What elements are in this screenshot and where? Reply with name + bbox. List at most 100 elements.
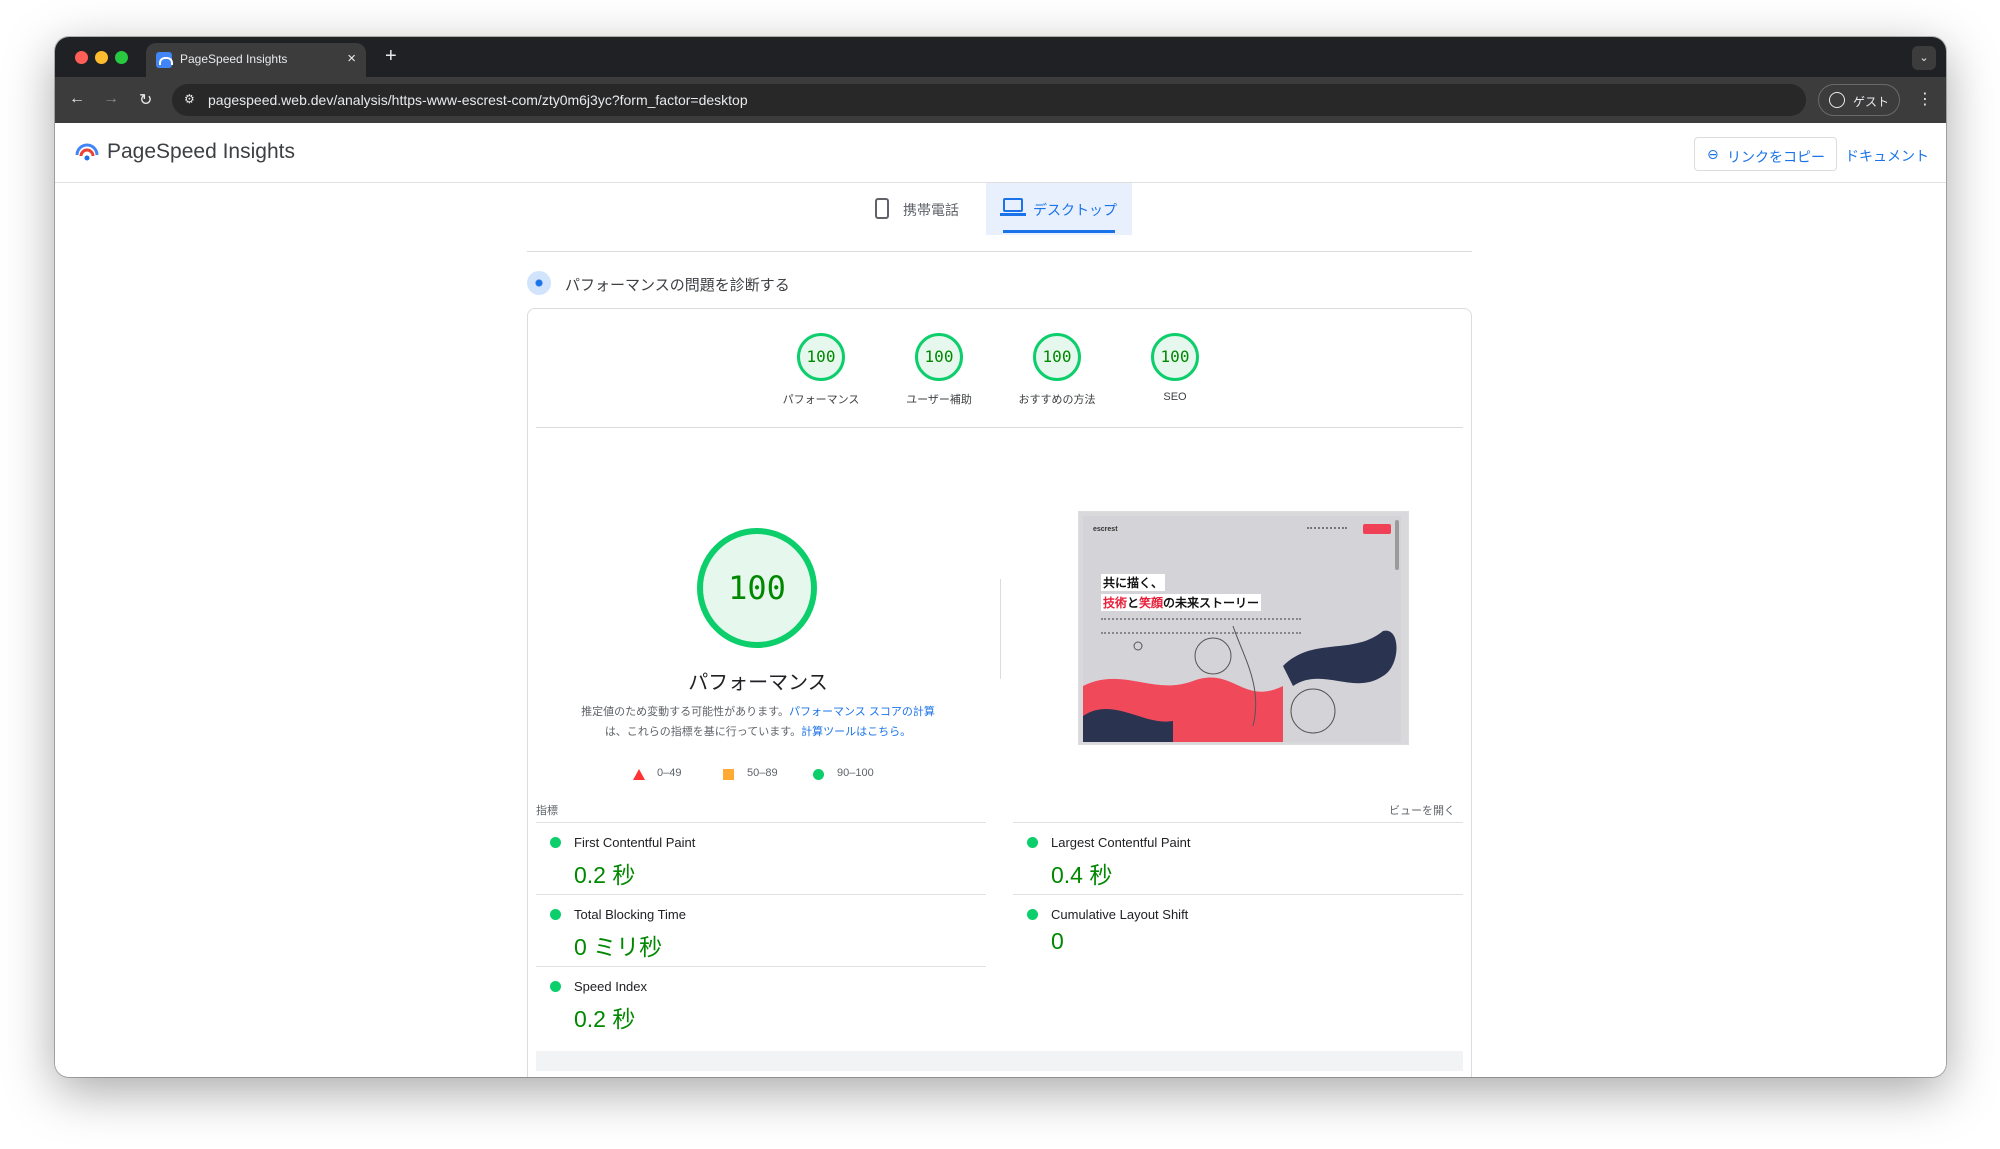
- forward-button[interactable]: →: [103, 90, 119, 108]
- back-button[interactable]: ←: [69, 90, 85, 108]
- screenshot-nav: [1307, 527, 1347, 530]
- gauge-score: 100: [915, 333, 963, 381]
- gauge-performance[interactable]: 100 パフォーマンス: [771, 333, 871, 407]
- gauge-accessibility[interactable]: 100 ユーザー補助: [889, 333, 989, 407]
- divider: [536, 427, 1463, 428]
- tab-desktop[interactable]: デスクトップ: [986, 183, 1132, 235]
- tab-mobile-label: 携帯電話: [903, 202, 959, 218]
- metric-fcp: First Contentful Paint 0.2 秒: [536, 822, 986, 894]
- metric-label: First Contentful Paint: [574, 835, 696, 850]
- address-bar[interactable]: ⚙ pagespeed.web.dev/analysis/https-www-e…: [172, 84, 1806, 116]
- legend-label: 90–100: [837, 767, 874, 779]
- tab-search-button[interactable]: ⌄: [1912, 46, 1936, 70]
- copy-link-label: リンクをコピー: [1727, 149, 1825, 165]
- link-icon: ⊖: [1707, 146, 1719, 162]
- profile-button[interactable]: ゲスト: [1818, 84, 1900, 116]
- close-window-button[interactable]: [75, 51, 88, 64]
- bottom-section-bar: [536, 1051, 1463, 1071]
- page-screenshot[interactable]: escrest 共に描く、 技術と笑顔の未来ストーリー: [1078, 511, 1409, 745]
- headline-part: と: [1127, 596, 1140, 610]
- note-text: 推定値のため変動する可能性があります。: [581, 706, 790, 718]
- gauge-score: 100: [797, 333, 845, 381]
- screenshot-canvas: escrest 共に描く、 技術と笑顔の未来ストーリー: [1083, 516, 1401, 742]
- page-title[interactable]: PageSpeed Insights: [107, 140, 295, 164]
- square-icon: [723, 769, 734, 780]
- minimize-window-button[interactable]: [95, 51, 108, 64]
- selected-tab-indicator: [1003, 230, 1115, 233]
- diagnose-label: パフォーマンスの問題を診断する: [565, 277, 790, 294]
- site-settings-icon[interactable]: ⚙: [184, 92, 200, 106]
- gauge-label: ユーザー補助: [906, 394, 972, 406]
- gauge-score: 100: [1151, 333, 1199, 381]
- pass-indicator-icon: [550, 909, 561, 920]
- metrics-header: 指標 ビューを開く: [536, 802, 1463, 822]
- score-calc-link[interactable]: パフォーマンス スコアの計算: [789, 706, 935, 718]
- divider: [527, 251, 1472, 252]
- page-content: PageSpeed Insights ⊖ リンクをコピー ドキュメント 携帯電話…: [55, 123, 1946, 1077]
- gauge-seo[interactable]: 100 SEO: [1125, 333, 1225, 403]
- report-card: 100 パフォーマンス 100 ユーザー補助 100 おすすめの方法 100 S…: [527, 308, 1472, 1077]
- screenshot-cta: [1363, 524, 1391, 534]
- score-legend: 0–49 50–89 90–100: [528, 766, 988, 786]
- score-note: 推定値のため変動する可能性があります。パフォーマンス スコアの計算 は、これらの…: [558, 702, 958, 742]
- gauge-label: パフォーマンス: [782, 394, 860, 406]
- screenshot-logo: escrest: [1093, 526, 1118, 533]
- metric-tbt: Total Blocking Time 0 ミリ秒: [536, 894, 986, 966]
- metric-value: 0: [1051, 928, 1064, 954]
- metric-cls: Cumulative Layout Shift 0: [1013, 894, 1463, 966]
- metrics-heading: 指標: [536, 805, 558, 817]
- url-text[interactable]: pagespeed.web.dev/analysis/https-www-esc…: [208, 92, 748, 108]
- psi-header: PageSpeed Insights ⊖ リンクをコピー ドキュメント: [55, 123, 1946, 183]
- browser-toolbar: ← → ↻ ⚙ pagespeed.web.dev/analysis/https…: [55, 77, 1946, 123]
- note-text: は、これらの指標を基に行っています。: [604, 726, 802, 738]
- legend-label: 50–89: [747, 767, 778, 779]
- circle-icon: [813, 769, 824, 780]
- screenshot-headline: 共に描く、: [1101, 574, 1166, 591]
- headline-part: の未来ストーリー: [1163, 596, 1260, 610]
- docs-link[interactable]: ドキュメント: [1845, 146, 1929, 166]
- pass-indicator-icon: [1027, 909, 1038, 920]
- tab-close-icon[interactable]: ×: [347, 50, 356, 67]
- calculator-link[interactable]: 計算ツールはこちら。: [801, 726, 911, 738]
- laptop-icon: [1000, 198, 1026, 216]
- performance-title: パフォーマンス: [688, 672, 828, 694]
- phone-icon: [875, 198, 889, 219]
- metric-value: 0.2 秒: [574, 1006, 636, 1032]
- hero-illustration: [1083, 626, 1397, 742]
- metric-value: 0 ミリ秒: [574, 934, 663, 960]
- pagespeed-favicon-icon: [156, 52, 173, 68]
- tab-title: PageSpeed Insights: [180, 52, 288, 66]
- performance-score-gauge: 100: [697, 528, 817, 648]
- metric-speed-index: Speed Index 0.2 秒: [536, 966, 986, 1038]
- gauge-score: 100: [1033, 333, 1081, 381]
- tab-strip: PageSpeed Insights × + ⌄: [55, 37, 1946, 77]
- gauge-label: SEO: [1163, 391, 1187, 403]
- metric-label: Total Blocking Time: [574, 907, 686, 922]
- browser-menu-button[interactable]: ⋮: [1917, 89, 1933, 109]
- device-tabs: 携帯電話 デスクトップ: [55, 183, 1946, 235]
- headline-part: 技術: [1103, 596, 1128, 610]
- lab-data-icon: [527, 271, 551, 295]
- screenshot-scrollbar: [1395, 520, 1399, 570]
- expand-view-toggle[interactable]: ビューを開く: [1389, 802, 1455, 818]
- reload-button[interactable]: ↻: [139, 90, 152, 110]
- headline-part: 笑顔: [1139, 596, 1164, 610]
- metric-value: 0.2 秒: [574, 862, 636, 888]
- browser-window: PageSpeed Insights × + ⌄ ← → ↻ ⚙ pagespe…: [55, 37, 1946, 1077]
- metric-label: Speed Index: [574, 979, 648, 994]
- metric-lcp: Largest Contentful Paint 0.4 秒: [1013, 822, 1463, 894]
- copy-link-button[interactable]: ⊖ リンクをコピー: [1694, 137, 1837, 171]
- divider: [1000, 579, 1001, 679]
- score-gauges: 100 パフォーマンス 100 ユーザー補助 100 おすすめの方法 100 S…: [528, 309, 1471, 427]
- screenshot-headline: 技術と笑顔の未来ストーリー: [1101, 594, 1262, 611]
- browser-tab[interactable]: PageSpeed Insights ×: [146, 43, 366, 77]
- gauge-best-practices[interactable]: 100 おすすめの方法: [1007, 333, 1107, 407]
- gauge-label: おすすめの方法: [1018, 394, 1096, 406]
- metric-label: Largest Contentful Paint: [1051, 835, 1191, 850]
- pass-indicator-icon: [550, 837, 561, 848]
- pagespeed-logo-icon[interactable]: [75, 141, 99, 163]
- zoom-window-button[interactable]: [115, 51, 128, 64]
- new-tab-button[interactable]: +: [385, 45, 397, 68]
- triangle-icon: [633, 769, 645, 780]
- tab-desktop-label: デスクトップ: [1033, 202, 1117, 218]
